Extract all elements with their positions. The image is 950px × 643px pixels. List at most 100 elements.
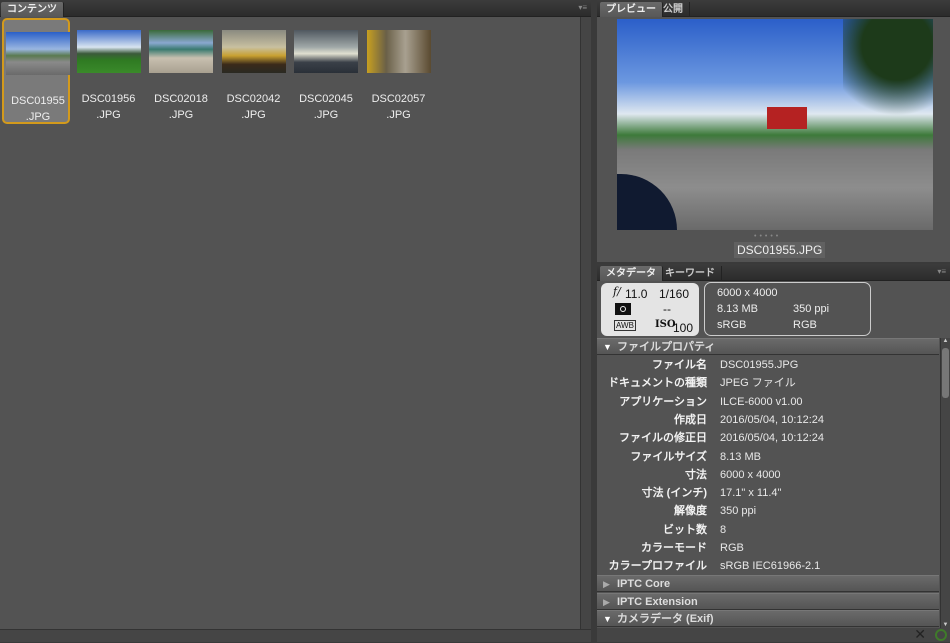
panel-menu-icon[interactable]: ▾≡: [937, 267, 946, 276]
section-label: ファイルプロパティ: [617, 341, 716, 353]
metadata-value[interactable]: RGB: [720, 539, 744, 557]
metadata-key: 寸法: [685, 468, 707, 481]
metadata-key: アプリケーション: [619, 395, 707, 408]
metadata-key: ビット数: [663, 523, 707, 536]
summary-size: 8.13 MB: [717, 303, 758, 315]
thumbnail-ext: .JPG: [313, 109, 339, 121]
thumbnail-ext: .JPG: [241, 109, 266, 121]
metadata-row: ファイルの修正日 2016/05/04, 10:12:24: [597, 429, 939, 447]
preview-tabbar: プレビュー 公開: [597, 0, 950, 17]
camera-info-box: f/ 11.0 1/160 -- AWB ISO 100: [601, 283, 699, 336]
metadata-value[interactable]: 8.13 MB: [720, 448, 761, 466]
metadata-row: ドキュメントの種類 JPEG ファイル: [597, 374, 939, 392]
thumbnail-item[interactable]: DSC02057 .JPG: [365, 18, 433, 124]
thumbnail-item[interactable]: DSC02045 .JPG: [292, 18, 360, 124]
cancel-icon[interactable]: ✕: [914, 626, 926, 643]
thumbnail-image: [294, 30, 358, 73]
file-summary-box: 6000 x 4000 8.13 MB 350 ppi sRGB RGB: [704, 282, 871, 336]
section-file-properties[interactable]: ▼ ファイルプロパティ: [597, 338, 939, 355]
aperture-icon: f/: [613, 285, 621, 298]
summary-mode: RGB: [793, 319, 817, 331]
metadata-value[interactable]: sRGB IEC61966-2.1: [720, 557, 820, 575]
metadata-row: 寸法 (インチ) 17.1" x 11.4": [597, 484, 939, 502]
thumbnail-image: [221, 30, 286, 73]
thumbnail-name: DSC02057: [371, 93, 426, 105]
metadata-key: 解像度: [674, 505, 707, 518]
metadata-value[interactable]: 350 ppi: [720, 502, 756, 520]
triangle-right-icon: ▶: [603, 596, 610, 607]
triangle-down-icon: ▼: [603, 614, 612, 624]
scroll-up-icon[interactable]: ▲: [941, 338, 950, 344]
thumbnail-name: DSC02042: [226, 93, 281, 105]
metadata-list: ▼ ファイルプロパティ ファイル名 DSC01955.JPG ドキュメントの種類 JPE…: [597, 338, 950, 628]
thumbnail-item[interactable]: DSC01955 .JPG: [2, 18, 70, 124]
metadata-value[interactable]: 2016/05/04, 10:12:24: [720, 429, 824, 447]
content-vertical-scrollbar[interactable]: [580, 17, 591, 629]
preview-panel: プレビュー 公開 ••••• DSC01955.JPG: [597, 0, 950, 262]
metadata-row: ファイルサイズ 8.13 MB: [597, 448, 939, 466]
metadata-value[interactable]: ILCE-6000 v1.00: [720, 393, 803, 411]
metadata-value[interactable]: 8: [720, 521, 726, 539]
content-panel: コンテンツ ▾≡ DSC01955 .JPG DSC01956 .JPG DSC…: [0, 0, 591, 642]
metadata-value[interactable]: 17.1" x 11.4": [720, 484, 781, 502]
section-label: カメラデータ (Exif): [617, 613, 714, 625]
metadata-scrollbar[interactable]: ▲ ▼: [940, 338, 950, 628]
tab-keywords[interactable]: キーワード: [659, 266, 722, 281]
thumbnail-ext: .JPG: [168, 109, 194, 121]
summary-resolution: 350 ppi: [793, 303, 830, 315]
metadata-row: 作成日 2016/05/04, 10:12:24: [597, 411, 939, 429]
iso-value: 100: [673, 321, 694, 335]
metadata-key: カラープロファイル: [608, 560, 707, 573]
metadata-row: ビット数 8: [597, 521, 939, 539]
metering-value: --: [663, 302, 671, 316]
metadata-value[interactable]: DSC01955.JPG: [720, 356, 798, 374]
section-label: IPTC Extension: [617, 595, 698, 608]
metadata-footer: ✕: [597, 626, 950, 643]
thumbnail-name: DSC01955: [11, 95, 65, 107]
metadata-row: アプリケーション ILCE-6000 v1.00: [597, 393, 939, 411]
metadata-key: カラーモード: [641, 542, 707, 554]
thumbnail-ext: .JPG: [96, 109, 121, 121]
metadata-key: 寸法 (インチ): [641, 487, 707, 500]
panel-menu-icon[interactable]: ▾≡: [578, 3, 587, 12]
white-balance-icon: AWB: [614, 320, 636, 331]
metadata-value[interactable]: 2016/05/04, 10:12:24: [720, 411, 824, 429]
tab-preview[interactable]: プレビュー: [600, 2, 663, 17]
content-horizontal-scrollbar[interactable]: [0, 629, 591, 642]
aperture-value: 11.0: [625, 287, 648, 301]
metadata-row: カラーモード RGB: [597, 539, 939, 557]
triangle-right-icon: ▶: [603, 579, 610, 589]
tab-content[interactable]: コンテンツ: [1, 2, 64, 17]
scroll-thumb[interactable]: [942, 348, 949, 398]
thumbnail-item[interactable]: DSC02042 .JPG: [220, 18, 288, 124]
thumbnail-image: [366, 30, 431, 73]
metadata-section[interactable]: ▶ IPTC Extension: [597, 592, 939, 610]
content-tabbar: コンテンツ ▾≡: [0, 0, 591, 17]
tab-publish[interactable]: 公開: [657, 2, 690, 17]
metadata-section[interactable]: ▼ カメラデータ (Exif): [597, 610, 939, 627]
thumbnail-ext: .JPG: [386, 109, 411, 121]
metadata-value[interactable]: 6000 x 4000: [720, 466, 781, 484]
summary-profile: sRGB: [717, 319, 747, 331]
thumbnail-name: DSC01956: [81, 93, 136, 105]
tab-metadata[interactable]: メタデータ: [600, 266, 663, 281]
metadata-value[interactable]: JPEG ファイル: [720, 374, 796, 392]
metadata-key: 作成日: [674, 413, 707, 426]
thumbnail-item[interactable]: DSC01956 .JPG: [75, 18, 143, 124]
preview-image[interactable]: [617, 19, 933, 230]
metadata-key: ファイルサイズ: [630, 450, 707, 463]
metadata-section[interactable]: ▶ IPTC Core: [597, 575, 939, 592]
metadata-row: 解像度 350 ppi: [597, 502, 939, 520]
shutter-value: 1/160: [659, 287, 690, 301]
metadata-panel: メタデータ キーワード ▾≡ f/ 11.0 1/160 -- AWB ISO …: [597, 264, 950, 642]
thumbnail-ext: .JPG: [25, 111, 51, 123]
filmstrip-dots: •••••: [754, 233, 782, 240]
metadata-row: ファイル名 DSC01955.JPG: [597, 356, 939, 374]
metadata-tabbar: メタデータ キーワード ▾≡: [597, 264, 950, 281]
apply-icon[interactable]: [935, 629, 947, 641]
thumbnail-item[interactable]: DSC02018 .JPG: [147, 18, 215, 124]
metadata-key: ファイル名: [652, 359, 707, 371]
section-label: IPTC Core: [617, 578, 671, 590]
thumbnail-image: [76, 30, 141, 73]
thumbnail-name: DSC02045: [299, 93, 353, 105]
